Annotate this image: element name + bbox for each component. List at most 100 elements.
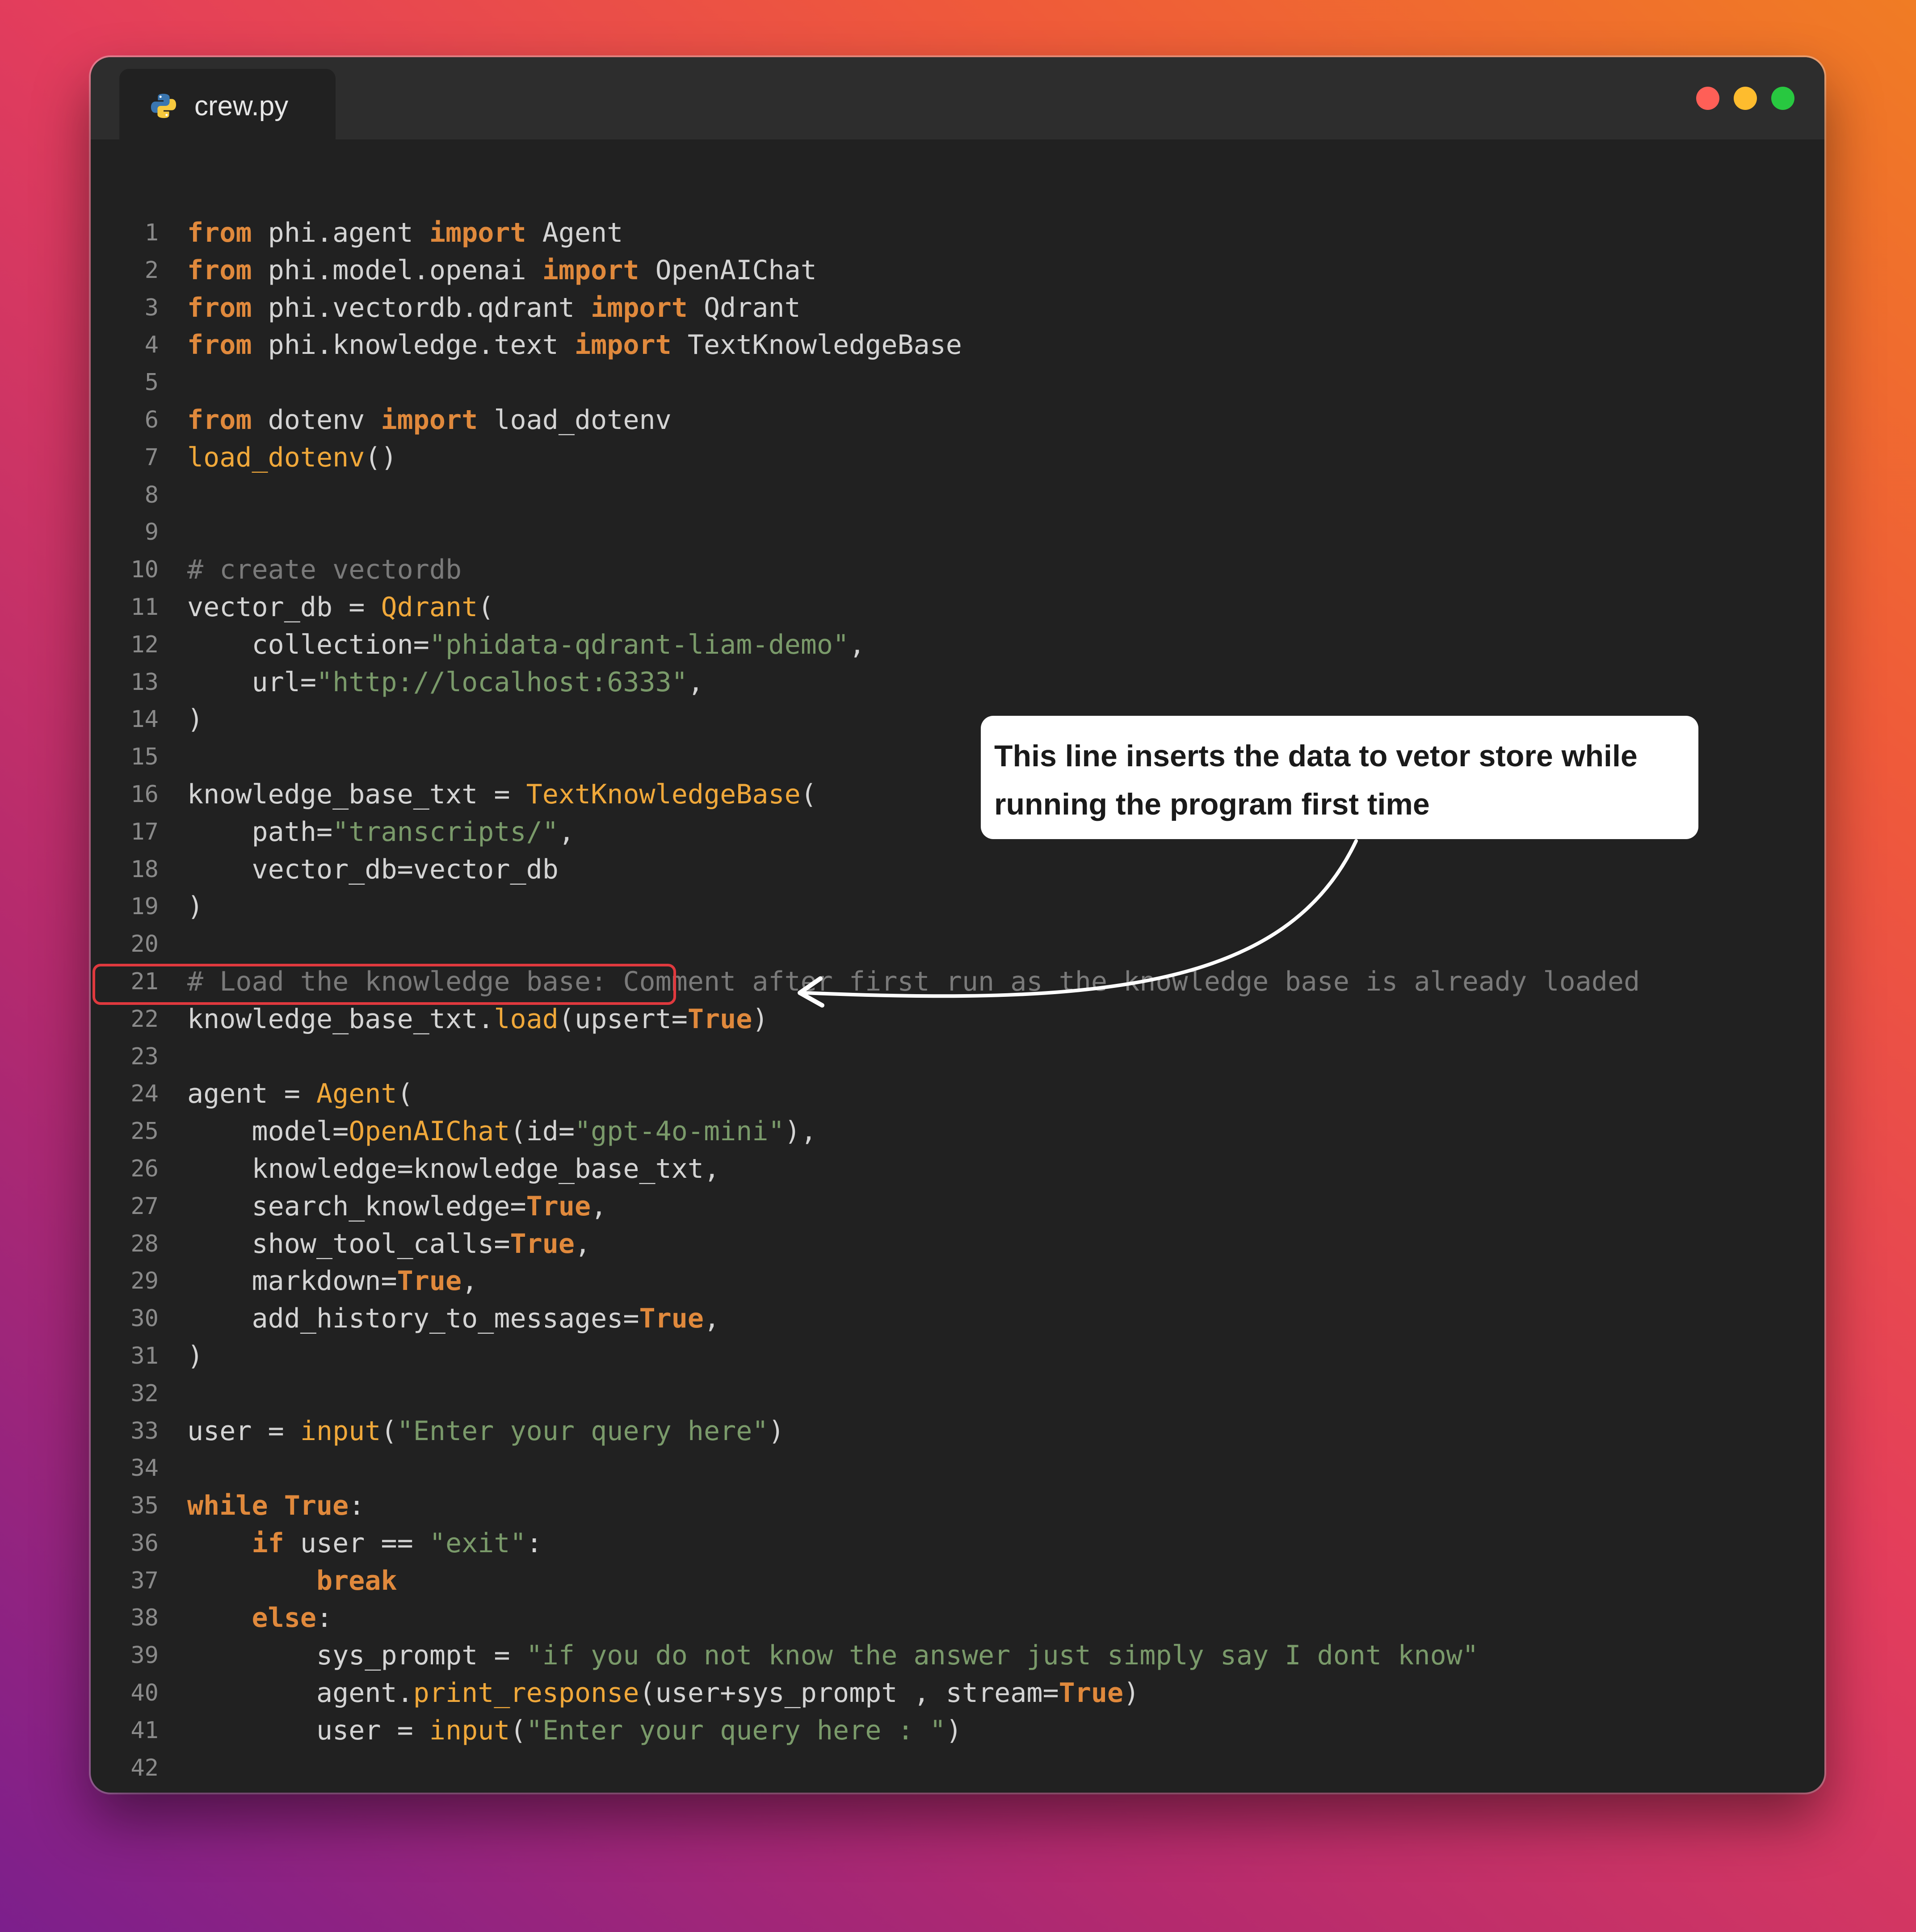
code-token: (id= — [510, 1116, 575, 1147]
line-content: knowledge=knowledge_base_txt, — [187, 1151, 720, 1188]
line-number: 32 — [130, 1380, 159, 1407]
minimize-button[interactable] — [1734, 87, 1757, 110]
code-token: "exit" — [429, 1527, 526, 1559]
line-number: 26 — [130, 1155, 159, 1182]
line-number: 36 — [130, 1529, 159, 1557]
line-content: sys_prompt = "if you do not know the ans… — [187, 1637, 1479, 1675]
code-token: , — [558, 816, 575, 848]
line-number: 40 — [130, 1680, 159, 1707]
code-token: sys_prompt = — [187, 1640, 526, 1672]
line-number: 28 — [130, 1230, 159, 1257]
code-token: import — [591, 292, 688, 323]
code-token: knowledge_base_txt. — [187, 1003, 494, 1035]
code-token: from — [187, 329, 252, 361]
line-number: 25 — [130, 1118, 159, 1145]
close-button[interactable] — [1696, 87, 1719, 110]
line-content: ) — [187, 1338, 203, 1375]
line-content: from phi.vectordb.qdrant import Qdrant — [187, 290, 801, 327]
maximize-button[interactable] — [1771, 87, 1794, 110]
code-token: ) — [768, 1415, 785, 1447]
code-token: while — [187, 1490, 268, 1522]
line-number: 41 — [130, 1717, 159, 1744]
code-token: vector_db=vector_db — [187, 853, 559, 885]
code-token: : — [349, 1490, 365, 1522]
line-number: 13 — [130, 668, 159, 696]
code-token: phi.model.openai — [252, 254, 542, 286]
code-token: agent = — [187, 1078, 316, 1110]
line-content: show_tool_calls=True, — [187, 1226, 591, 1263]
line-content: load_dotenv() — [187, 439, 397, 477]
line-number: 5 — [144, 369, 159, 396]
code-token: ) — [187, 1340, 204, 1372]
code-token: ), — [784, 1116, 817, 1147]
code-token: path= — [187, 816, 333, 848]
code-token: user == — [284, 1527, 429, 1559]
code-token: add_history_to_messages= — [187, 1303, 639, 1335]
line-number: 34 — [130, 1455, 159, 1482]
code-token: , — [687, 666, 704, 698]
code-token: vector_db = — [187, 591, 381, 623]
code-token: load_dotenv — [187, 441, 365, 473]
code-token: , — [591, 1190, 607, 1222]
code-token: import — [429, 217, 526, 248]
line-content: if user == "exit": — [187, 1525, 542, 1562]
code-token: ) — [187, 704, 204, 735]
line-number: 38 — [130, 1604, 159, 1632]
code-token: ) — [187, 891, 204, 923]
line-content: user = input("Enter your query here : ") — [187, 1712, 962, 1750]
line-number: 42 — [130, 1754, 159, 1781]
line-number: 7 — [144, 444, 159, 471]
code-token: , — [462, 1265, 478, 1297]
code-token: ( — [381, 1415, 397, 1447]
line-content: while True: — [187, 1487, 365, 1525]
line-number: 11 — [130, 593, 159, 621]
line-content: agent = Agent( — [187, 1075, 413, 1113]
line-content: agent.print_response(user+sys_prompt , s… — [187, 1675, 1139, 1712]
line-content: search_knowledge=True, — [187, 1188, 607, 1226]
line-number: 6 — [144, 406, 159, 433]
line-content: from phi.knowledge.text import TextKnowl… — [187, 327, 962, 364]
line-number: 18 — [130, 856, 159, 883]
line-content: markdown=True, — [187, 1263, 478, 1300]
code-token: print_response — [413, 1677, 639, 1709]
line-content: break — [187, 1562, 397, 1600]
editor-window: crew.py 1 from phi.agent import Agent 2 fro… — [91, 57, 1824, 1793]
code-token: , — [849, 629, 866, 660]
file-tab[interactable]: crew.py — [119, 69, 336, 139]
code-token: True — [510, 1228, 575, 1260]
line-number: 4 — [144, 332, 159, 359]
code-token: import — [381, 404, 478, 436]
code-token: dotenv — [252, 404, 381, 436]
code-token: (user+sys_prompt , stream= — [639, 1677, 1059, 1709]
line-content: from phi.agent import Agent — [187, 214, 623, 252]
code-token: "http://localhost:6333" — [316, 666, 688, 698]
line-number: 22 — [130, 1005, 159, 1033]
code-token: collection= — [187, 629, 429, 660]
line-content: ) — [187, 701, 203, 739]
code-token: search_knowledge= — [187, 1190, 526, 1222]
code-token: from — [187, 217, 252, 248]
line-content: # create vectordb — [187, 551, 462, 589]
line-number: 37 — [130, 1567, 159, 1594]
code-token: show_tool_calls= — [187, 1228, 510, 1260]
code-token: knowledge=knowledge_base_txt, — [187, 1153, 720, 1184]
line-number: 23 — [130, 1043, 159, 1070]
code-token: OpenAIChat — [639, 254, 817, 286]
code-token: phi.agent — [252, 217, 429, 248]
code-token: "Enter your query here" — [397, 1415, 769, 1447]
line-number: 39 — [130, 1642, 159, 1669]
code-token: "Enter your query here : " — [526, 1714, 946, 1746]
code-token: phi.knowledge.text — [252, 329, 575, 361]
line-content: add_history_to_messages=True, — [187, 1300, 720, 1338]
line-number: 19 — [130, 893, 159, 920]
line-content: knowledge_base_txt = TextKnowledgeBase( — [187, 776, 817, 814]
code-token: from — [187, 254, 252, 286]
line-number: 20 — [130, 931, 159, 958]
code-token: TextKnowledgeBase — [671, 329, 962, 361]
line-content: knowledge_base_txt.load(upsert=True) — [187, 1001, 768, 1038]
title-bar: crew.py — [91, 57, 1824, 139]
line-number: 35 — [130, 1492, 159, 1520]
code-token: model= — [187, 1116, 349, 1147]
code-token: phi.vectordb.qdrant — [252, 292, 591, 323]
